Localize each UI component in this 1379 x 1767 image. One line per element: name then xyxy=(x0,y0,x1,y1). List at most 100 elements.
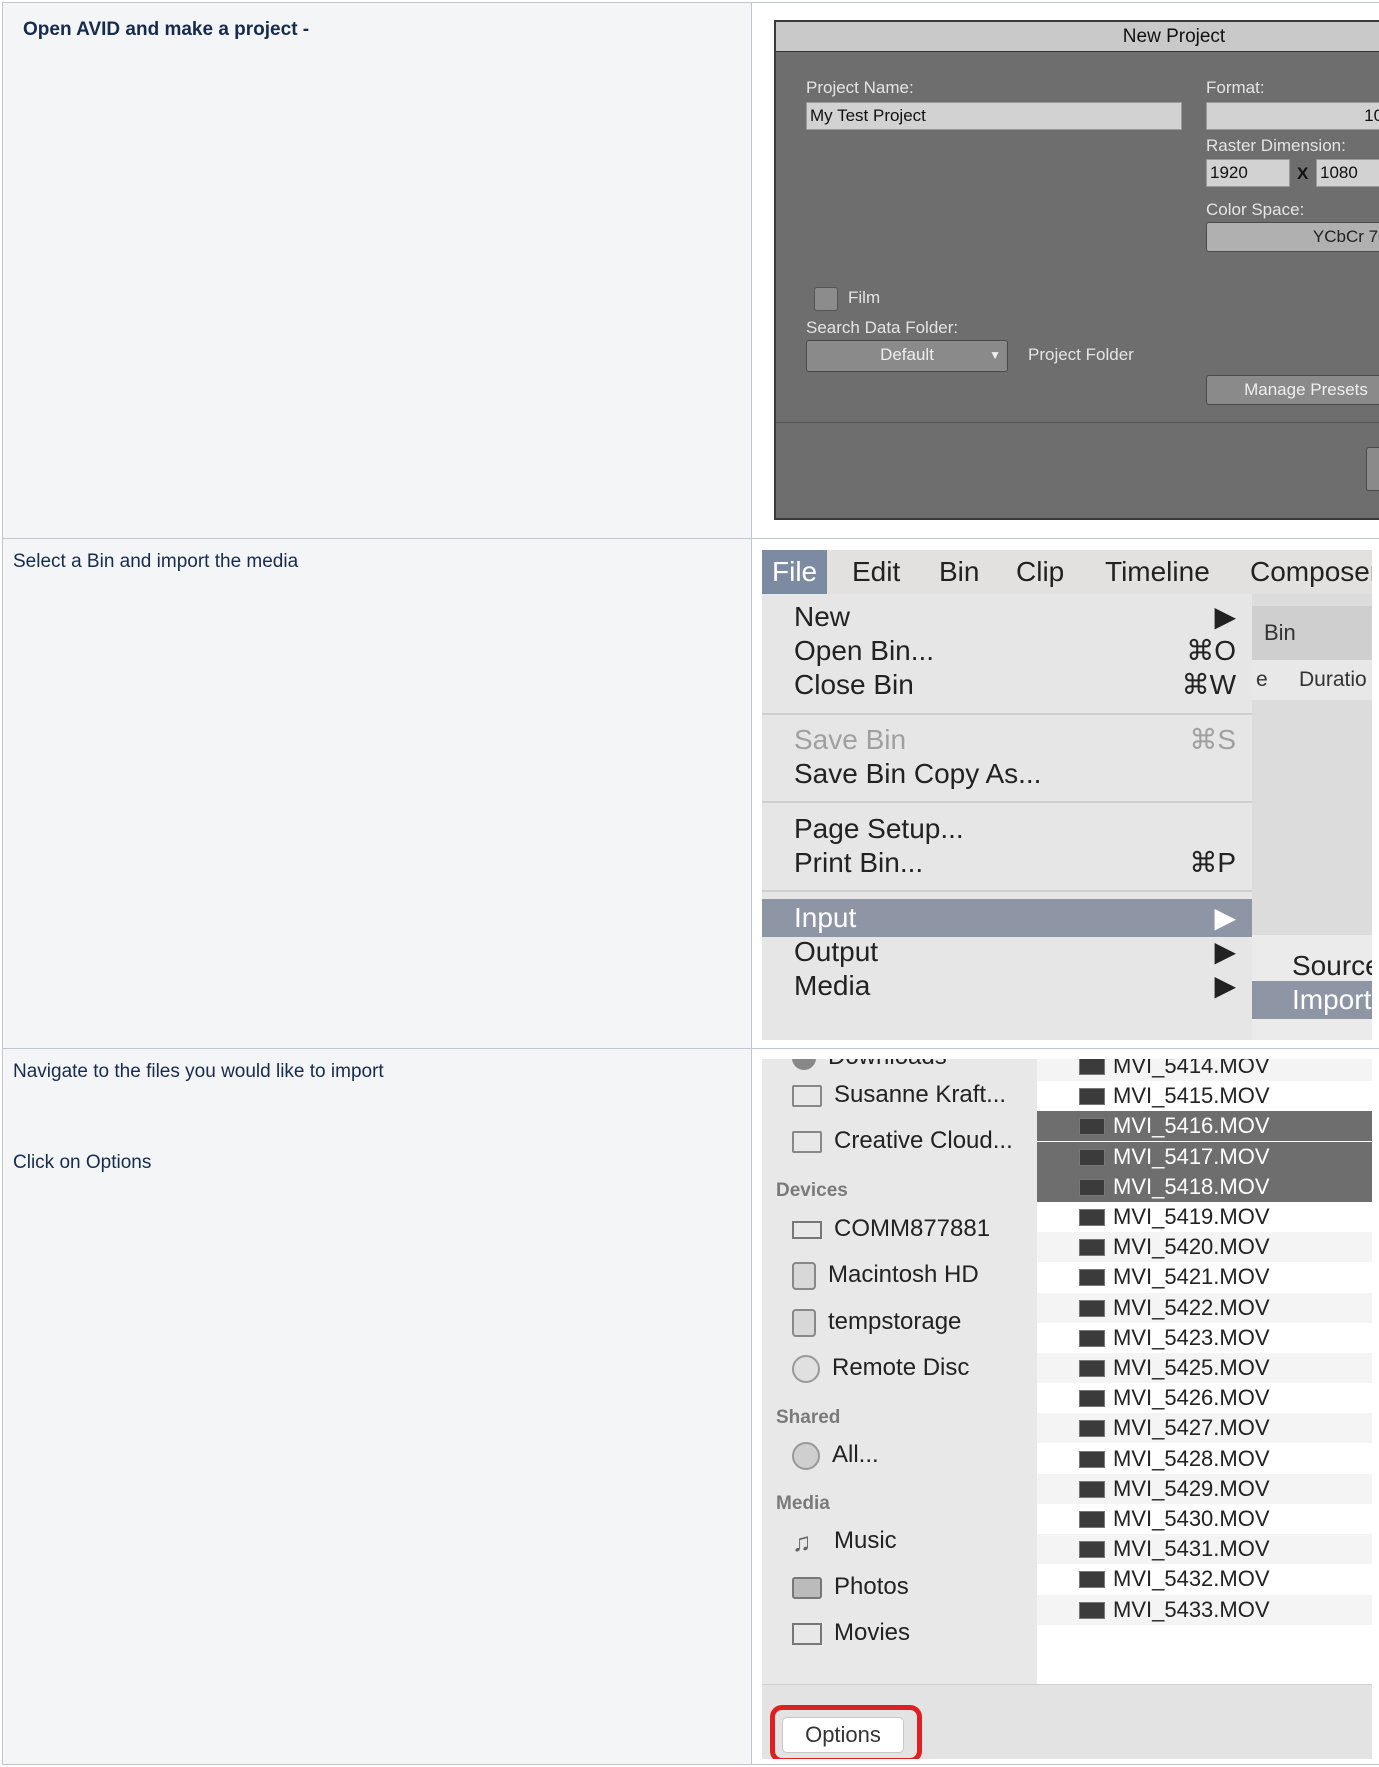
file-row[interactable]: MVI_5433.MOV xyxy=(1037,1594,1372,1625)
file-name: MVI_5414.MOV xyxy=(1113,1059,1270,1078)
raster-width-input[interactable]: 1920 xyxy=(1206,159,1290,187)
film-label: Film xyxy=(848,288,881,307)
sidebar-label: COMM877881 xyxy=(834,1215,991,1242)
sidebar-item-photos[interactable]: Photos xyxy=(792,1567,909,1607)
ok-button[interactable] xyxy=(1366,447,1379,491)
file-row[interactable]: MVI_5431.MOV xyxy=(1037,1534,1372,1565)
file-row[interactable]: MVI_5425.MOV xyxy=(1037,1353,1372,1383)
file-name: MVI_5417.MOV xyxy=(1113,1143,1270,1169)
file-row[interactable]: MVI_5427.MOV xyxy=(1037,1413,1372,1444)
menu-item-media[interactable]: Media ▶ xyxy=(762,967,1252,1005)
file-row[interactable]: MVI_5432.MOV xyxy=(1037,1564,1372,1594)
menu-composer[interactable]: Composer xyxy=(1250,550,1372,594)
project-name-input[interactable]: My Test Project xyxy=(806,102,1182,130)
sidebar-item-all[interactable]: All... xyxy=(792,1435,879,1475)
sidebar-item-tempstorage[interactable]: tempstorage xyxy=(792,1302,961,1342)
file-name: MVI_5426.MOV xyxy=(1113,1385,1270,1411)
sidebar-item-movies[interactable]: Movies xyxy=(792,1613,910,1653)
video-thumbnail-icon xyxy=(1079,1390,1105,1408)
menu-edit[interactable]: Edit xyxy=(852,550,900,594)
project-folder-label: Project Folder xyxy=(1028,345,1134,364)
media-header: Media xyxy=(776,1493,830,1514)
sidebar-item-susanne[interactable]: Susanne Kraft... xyxy=(792,1075,1006,1115)
video-thumbnail-icon xyxy=(1079,1118,1105,1136)
sidebar-item-macintosh-hd[interactable]: Macintosh HD xyxy=(792,1255,979,1295)
video-thumbnail-icon xyxy=(1079,1178,1105,1196)
film-checkbox[interactable] xyxy=(814,287,838,311)
menu-clip[interactable]: Clip xyxy=(1016,550,1064,594)
sidebar-label: tempstorage xyxy=(828,1308,962,1335)
file-list: MVI_5414.MOV MVI_5415.MOV MVI_5416.MOV MVI_… xyxy=(1037,1059,1372,1684)
file-row[interactable]: MVI_5416.MOV xyxy=(1037,1111,1372,1142)
menu-file[interactable]: File xyxy=(762,550,828,594)
dialog-title: New Project xyxy=(776,22,1379,52)
video-thumbnail-icon xyxy=(1079,1601,1105,1619)
raster-x-label: X xyxy=(1297,164,1309,183)
video-thumbnail-icon xyxy=(1079,1148,1105,1166)
video-thumbnail-icon xyxy=(1079,1059,1105,1075)
folder-icon xyxy=(792,1130,822,1153)
file-row[interactable]: MVI_5420.MOV xyxy=(1037,1232,1372,1263)
file-row[interactable]: MVI_5428.MOV xyxy=(1037,1444,1372,1474)
file-row[interactable]: MVI_5418.MOV xyxy=(1037,1171,1372,1202)
file-row[interactable]: MVI_5422.MOV xyxy=(1037,1292,1372,1323)
menu-item-label: Output xyxy=(794,936,879,967)
file-row[interactable]: MVI_5430.MOV xyxy=(1037,1504,1372,1534)
file-name: MVI_5431.MOV xyxy=(1113,1536,1270,1562)
menu-timeline[interactable]: Timeline xyxy=(1105,550,1210,594)
file-row[interactable]: MVI_5421.MOV xyxy=(1037,1262,1372,1292)
search-folder-dropdown[interactable]: Default ▼ xyxy=(806,340,1008,372)
bin-column-header: e Duratio xyxy=(1252,660,1372,700)
manage-presets-button[interactable]: Manage Presets xyxy=(1206,375,1379,405)
file-row[interactable]: MVI_5419.MOV xyxy=(1037,1202,1372,1232)
file-row[interactable]: MVI_5423.MOV xyxy=(1037,1323,1372,1353)
file-row[interactable]: MVI_5429.MOV xyxy=(1037,1473,1372,1504)
raster-height-input[interactable]: 1080 xyxy=(1316,159,1379,187)
video-thumbnail-icon xyxy=(1079,1480,1105,1498)
file-row[interactable]: MVI_5414.MOV xyxy=(1037,1059,1372,1081)
menu-item-open-bin[interactable]: Open Bin... ⌘O xyxy=(762,632,1252,670)
menu-item-input[interactable]: Input ▶ xyxy=(762,899,1252,937)
menu-item-save-bin: Save Bin ⌘S xyxy=(762,721,1252,759)
sidebar-item-remote-disc[interactable]: Remote Disc xyxy=(792,1348,969,1388)
video-thumbnail-icon xyxy=(1079,1088,1105,1106)
menu-item-save-bin-copy[interactable]: Save Bin Copy As... xyxy=(762,755,1252,793)
menu-bin[interactable]: Bin xyxy=(939,550,979,594)
submenu-item-import[interactable]: Import xyxy=(1252,981,1372,1019)
shortcut: ⌘S xyxy=(1189,724,1236,755)
file-row[interactable]: MVI_5426.MOV xyxy=(1037,1383,1372,1413)
menu-item-new[interactable]: New ▶ xyxy=(762,598,1252,636)
menu-item-close-bin[interactable]: Close Bin ⌘W xyxy=(762,666,1252,704)
arrow-right-icon: ▶ xyxy=(1214,601,1236,632)
sidebar-item-creative-cloud[interactable]: Creative Cloud... xyxy=(792,1121,1013,1161)
file-name: MVI_5432.MOV xyxy=(1113,1566,1270,1592)
video-thumbnail-icon xyxy=(1079,1329,1105,1347)
sidebar-label: Remote Disc xyxy=(832,1354,970,1381)
sidebar-item-comm[interactable]: COMM877881 xyxy=(792,1209,990,1249)
highlight-circle xyxy=(770,1705,922,1759)
raster-label: Raster Dimension: xyxy=(1206,136,1346,155)
sidebar-label: Macintosh HD xyxy=(828,1261,979,1288)
file-row[interactable]: MVI_5417.MOV xyxy=(1037,1141,1372,1172)
sidebar-label: Susanne Kraft... xyxy=(834,1081,1007,1108)
hard-drive-icon xyxy=(792,1308,816,1337)
table-row: Open AVID and make a project - New Proje… xyxy=(2,2,1379,538)
table-row: Select a Bin and import the media File E… xyxy=(2,538,1379,1048)
menu-item-print-bin[interactable]: Print Bin... ⌘P xyxy=(762,844,1252,882)
screenshot-cell: New Project Project Name: My Test Projec… xyxy=(752,3,1379,538)
search-folder-label: Search Data Folder: xyxy=(806,318,959,337)
file-name: MVI_5429.MOV xyxy=(1113,1475,1270,1501)
step-3-text: Navigate to the files you would like to … xyxy=(13,1061,384,1082)
file-name: MVI_5433.MOV xyxy=(1113,1596,1270,1622)
file-row[interactable]: MVI_5415.MOV xyxy=(1037,1081,1372,1111)
menu-item-output[interactable]: Output ▶ xyxy=(762,933,1252,971)
menu-item-page-setup[interactable]: Page Setup... xyxy=(762,810,1252,848)
format-select[interactable]: 1080 xyxy=(1206,102,1379,130)
folder-icon xyxy=(792,1084,822,1107)
color-space-select[interactable]: YCbCr 709 xyxy=(1206,222,1379,252)
sidebar-item-music[interactable]: ♫ Music xyxy=(792,1521,897,1561)
menu-item-label: Page Setup... xyxy=(794,813,964,844)
submenu-item-source[interactable]: Source xyxy=(1252,947,1372,985)
instructions-table: Open AVID and make a project - New Proje… xyxy=(2,2,1379,1765)
project-name-label: Project Name: xyxy=(806,78,914,97)
